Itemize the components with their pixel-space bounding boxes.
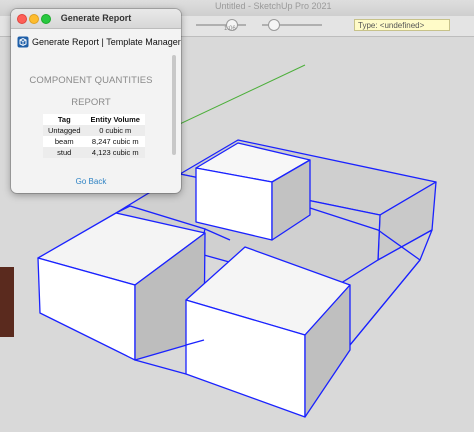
left-edge-object: [0, 267, 14, 337]
scene-slider-label: 1:06: [224, 26, 236, 32]
table-cell-tag: stud: [43, 147, 86, 158]
app-title: Untitled - SketchUp Pro 2021: [215, 1, 332, 11]
table-header-tag: Tag: [43, 114, 86, 125]
table-header-row: Tag Entity Volume: [43, 114, 145, 125]
table-header-volume: Entity Volume: [85, 114, 145, 125]
table-cell-tag: beam: [43, 136, 86, 147]
report-window-title: Generate Report: [60, 13, 132, 23]
table-cell-tag: Untagged: [43, 125, 86, 136]
scene-slider-track[interactable]: [196, 24, 246, 26]
report-subheading: REPORT: [71, 97, 111, 108]
report-scrollbar[interactable]: [172, 55, 176, 155]
table-row: beam 8,247 cubic m: [43, 136, 145, 147]
table-cell-volume: 0 cubic m: [85, 125, 145, 136]
left-box: [37, 212, 206, 361]
report-heading: COMPONENT QUANTITIES: [29, 75, 153, 86]
floor-edge-1: [134, 359, 187, 375]
quantity-table: Tag Entity Volume Untagged 0 cubic m bea…: [43, 114, 145, 158]
sketchup-logo-icon: [17, 36, 29, 48]
table-cell-volume: 4,123 cubic m: [85, 147, 145, 158]
back-box: [195, 142, 311, 241]
table-row: stud 4,123 cubic m: [43, 147, 145, 158]
generate-report-window: Generate Report Generate Report | Templa…: [11, 9, 181, 193]
go-back-link[interactable]: Go Back: [11, 177, 171, 186]
table-cell-volume: 8,247 cubic m: [85, 136, 145, 147]
report-nav: Generate Report | Template Manager | Rep: [15, 35, 181, 51]
table-row: Untagged 0 cubic m: [43, 125, 145, 136]
shadow-slider-knob[interactable]: [268, 19, 280, 31]
type-field[interactable]: Type: <undefined>: [354, 19, 450, 31]
report-titlebar[interactable]: Generate Report: [11, 9, 181, 29]
report-nav-links[interactable]: Generate Report | Template Manager | Rep: [32, 37, 181, 47]
